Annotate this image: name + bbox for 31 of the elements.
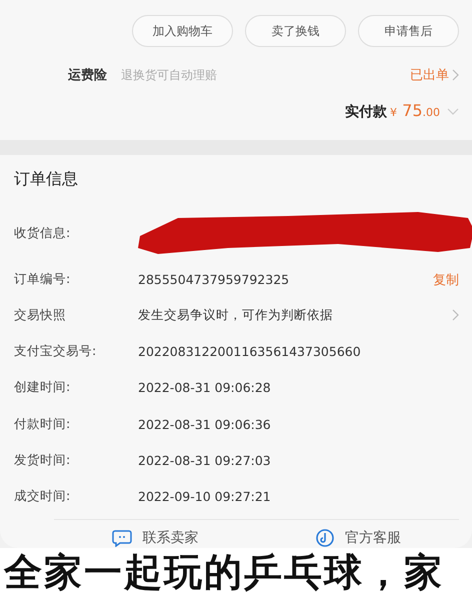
headset-icon [314, 528, 335, 548]
row-value: 2022-08-31 09:06:28 [138, 380, 272, 396]
row-value[interactable]: 发生交易争议时，可作为判断依据 [138, 306, 452, 324]
action-button[interactable]: 加入购物车 [132, 15, 233, 47]
action-button[interactable]: 申请售后 [358, 15, 459, 47]
row-value: 2022083122001163561437305660 [138, 344, 362, 359]
caption-text: 全家一起玩的乒乓球，家 [4, 552, 444, 592]
row-value: 2022-08-31 09:27:03 [138, 452, 272, 468]
insurance-description: 退换货可自动理赔 [121, 66, 218, 84]
payment-amount: ¥ 75.00 [390, 101, 440, 120]
chevron-right-icon [452, 69, 459, 81]
chevron-right-icon [452, 309, 459, 322]
order-number: 2855504737959792325 [138, 272, 290, 288]
action-button[interactable]: 卖了换钱 [245, 15, 346, 47]
payment-label: 实付款 [345, 103, 388, 121]
insurance-label: 运费险 [68, 67, 107, 84]
row-value: 2022-08-31 09:06:36 [138, 416, 272, 432]
row-label: 支付宝交易号: [14, 342, 98, 360]
chevron-down-icon[interactable] [447, 108, 459, 116]
contact-button[interactable]: 联系卖家 [54, 528, 256, 548]
row-label: 发货时间: [14, 452, 72, 469]
row-label: 成交时间: [14, 488, 72, 506]
row-label: 收货信息: [14, 224, 72, 242]
row-label: 交易快照 [14, 306, 67, 324]
contact-button[interactable]: 官方客服 [256, 528, 459, 548]
chat-icon [112, 529, 132, 548]
row-value: 2022-09-10 09:27:21 [138, 489, 272, 504]
row-label: 订单编号: [14, 271, 72, 288]
section-title: 订单信息 [14, 169, 79, 190]
row-label: 创建时间: [14, 379, 72, 396]
row-label: 付款时间: [14, 416, 72, 433]
